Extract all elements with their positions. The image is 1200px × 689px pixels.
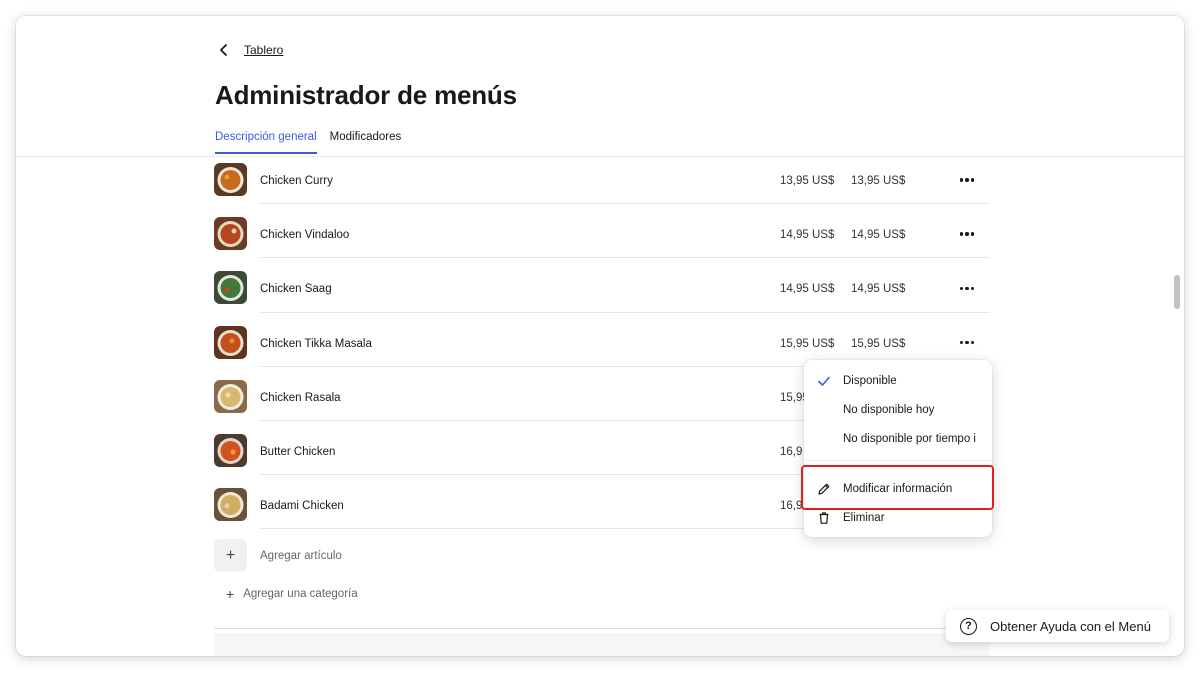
item-price: 14,95 US$ [780, 283, 835, 296]
plus-icon: + [226, 586, 235, 602]
more-options-icon[interactable] [958, 225, 976, 243]
item-price-secondary: 15,95 US$ [851, 337, 906, 350]
back-link-label[interactable]: Tablero [244, 43, 283, 57]
dish-thumbnail [214, 271, 247, 305]
item-name: Chicken Tikka Masala [260, 337, 372, 350]
add-category-button[interactable]: + Agregar una categoría [226, 586, 358, 602]
divider [214, 628, 990, 629]
item-name: Chicken Vindaloo [260, 229, 350, 242]
back-link[interactable]: Tablero [216, 42, 283, 58]
item-price-secondary: 13,95 US$ [851, 175, 906, 187]
menu-item-row[interactable]: Chicken Vindaloo 14,95 US$ 14,95 US$ [214, 212, 990, 266]
menu-item-available[interactable]: Disponible [804, 366, 992, 395]
next-section-placeholder [214, 633, 990, 656]
item-price: 15,95 US$ [780, 337, 835, 350]
more-options-icon[interactable] [958, 279, 976, 297]
more-options-icon[interactable] [958, 334, 976, 352]
item-price-secondary: 14,95 US$ [851, 283, 906, 296]
tab-overview[interactable]: Descripción general [215, 131, 317, 154]
item-name: Butter Chicken [260, 445, 336, 458]
add-item-label: Agregar artículo [260, 549, 342, 562]
menu-item-label: No disponible por tiempo i [843, 432, 976, 445]
scrollbar-thumb[interactable] [1174, 275, 1180, 309]
question-icon: ? [960, 617, 977, 635]
divider [260, 311, 990, 313]
page-title: Administrador de menús [215, 80, 517, 110]
page-header: Tablero Administrador de menús Descripci… [16, 16, 1184, 157]
more-options-icon[interactable] [958, 171, 976, 189]
dish-thumbnail [214, 217, 247, 251]
item-price: 16,9 [780, 500, 803, 513]
add-category-label: Agregar una categoría [243, 588, 358, 600]
menu-item-unavailable-today[interactable]: No disponible hoy [804, 395, 992, 424]
menu-item-row[interactable]: Chicken Saag 14,95 US$ 14,95 US$ [214, 266, 990, 320]
divider [260, 257, 990, 259]
help-button-label: Obtener Ayuda con el Menú [990, 618, 1151, 634]
menu-item-unavailable-indefinitely[interactable]: No disponible por tiempo i [804, 424, 992, 453]
tab-modifiers[interactable]: Modificadores [330, 131, 402, 154]
plus-icon: + [214, 539, 247, 572]
item-name: Chicken Curry [260, 175, 333, 187]
help-button[interactable]: ? Obtener Ayuda con el Menú [946, 610, 1169, 642]
menu-item-label: Eliminar [843, 511, 885, 524]
app-window: Tablero Administrador de menús Descripci… [16, 16, 1184, 656]
item-name: Chicken Saag [260, 283, 332, 296]
menu-item-row[interactable]: Chicken Curry 13,95 US$ 13,95 US$ [214, 158, 990, 212]
add-item-button[interactable]: + Agregar artículo [214, 539, 342, 572]
tab-bar: Descripción general Modificadores [215, 131, 401, 154]
dish-thumbnail [214, 433, 247, 467]
dish-thumbnail [214, 379, 247, 413]
item-price-secondary: 14,95 US$ [851, 229, 906, 242]
item-price: 16,9 [780, 445, 803, 458]
annotation-highlight-box [801, 465, 994, 510]
item-price: 14,95 US$ [780, 229, 835, 242]
trash-icon [819, 511, 828, 524]
item-name: Chicken Rasala [260, 391, 341, 404]
divider [260, 203, 990, 205]
chevron-left-icon [220, 44, 227, 56]
item-name: Badami Chicken [260, 500, 344, 513]
check-icon [817, 376, 830, 386]
dish-thumbnail [214, 488, 247, 522]
menu-item-label: No disponible hoy [843, 403, 935, 416]
item-context-menu: Disponible No disponible hoy No disponib… [804, 360, 992, 537]
divider [804, 460, 992, 461]
dish-thumbnail [214, 325, 247, 359]
dish-thumbnail [214, 163, 247, 196]
item-price: 13,95 US$ [780, 175, 835, 187]
menu-item-label: Disponible [843, 374, 897, 387]
